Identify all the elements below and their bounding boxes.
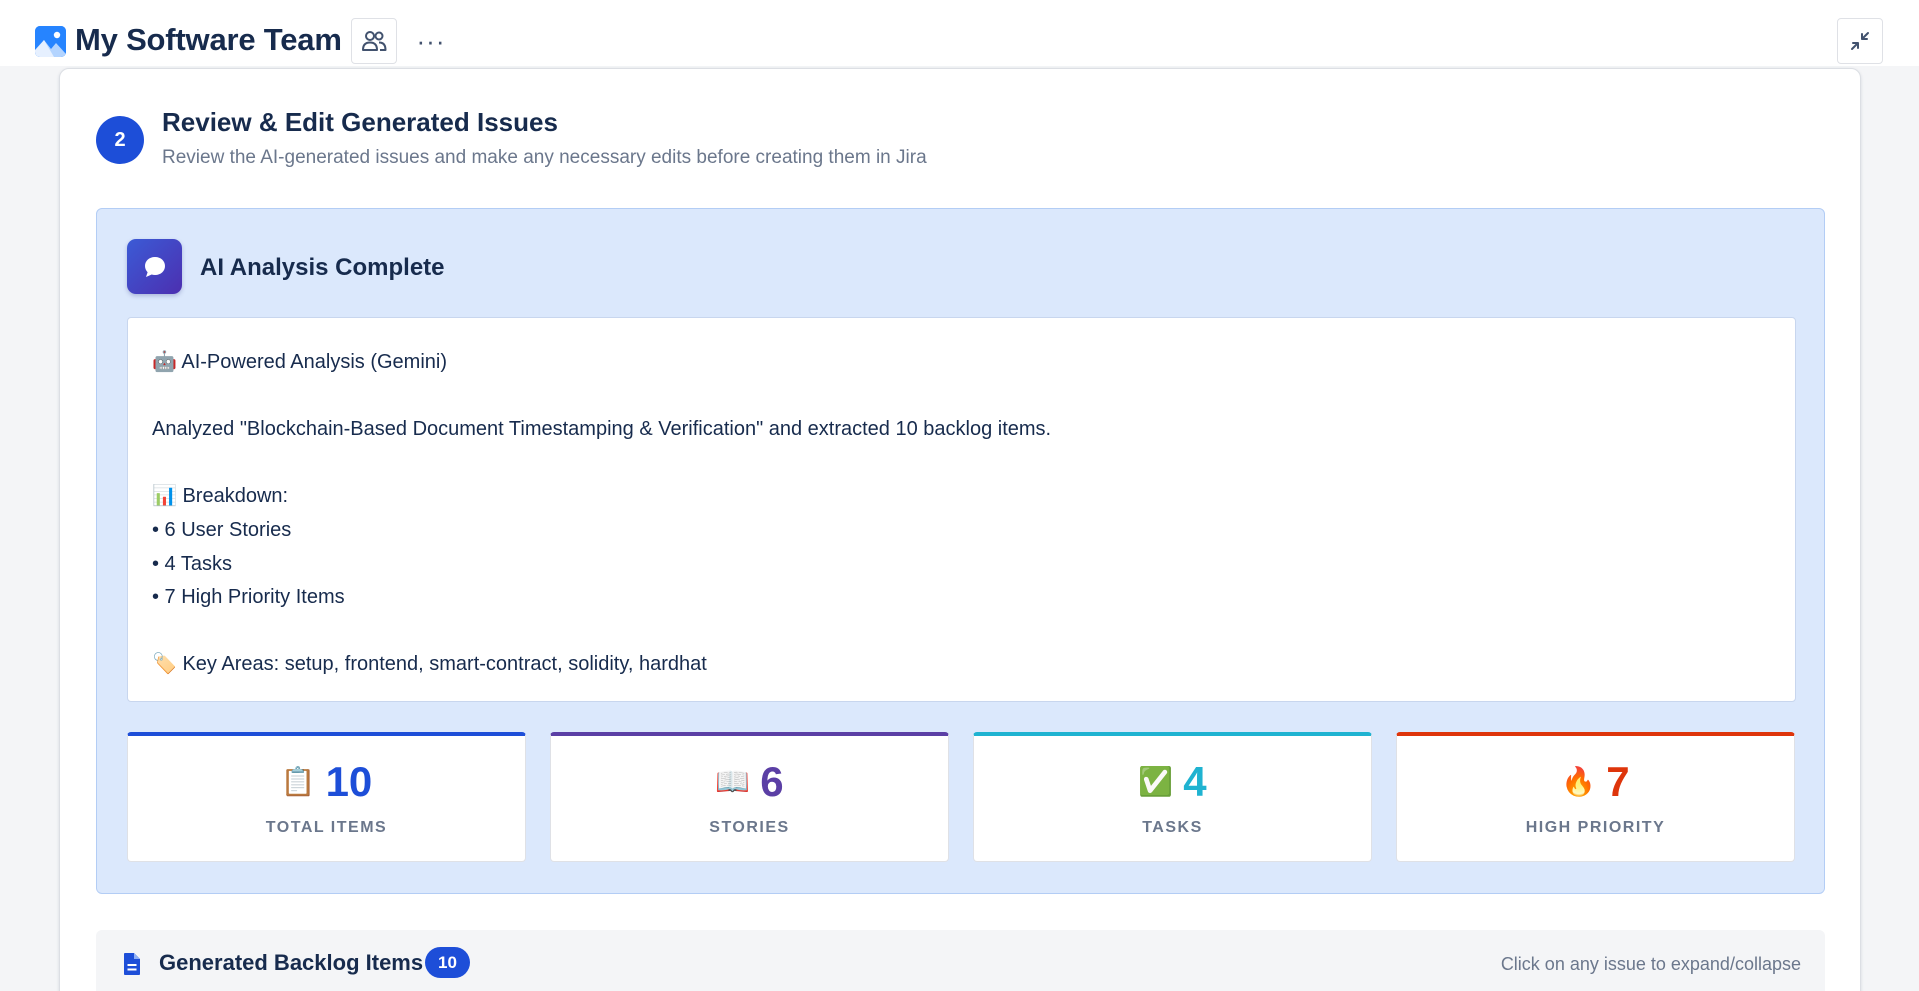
backlog-count-badge: 10 <box>425 947 470 978</box>
stat-card-high-priority: 🔥 7 HIGH PRIORITY <box>1396 732 1795 862</box>
analysis-line: 📊 Breakdown: <box>152 485 289 508</box>
backlog-header[interactable]: Generated Backlog Items 10 Click on any … <box>96 930 1825 991</box>
stat-card-tasks: ✅ 4 TASKS <box>973 732 1372 862</box>
page-title: My Software Team <box>75 22 342 57</box>
stat-label: TASKS <box>1142 819 1203 836</box>
analysis-line <box>152 447 1771 481</box>
stat-card-total-items: 📋 10 TOTAL ITEMS <box>127 732 526 862</box>
people-icon <box>362 31 387 51</box>
ai-analysis-panel: AI Analysis Complete 🤖 AI-Powered Analys… <box>96 208 1825 894</box>
stat-value: 7 <box>1606 758 1630 805</box>
analysis-line: • 6 User Stories <box>152 518 292 541</box>
chat-bubble-icon <box>127 239 182 294</box>
step-title: Review & Edit Generated Issues <box>162 107 558 137</box>
fire-icon: 🔥 <box>1561 766 1597 797</box>
document-icon <box>124 953 140 975</box>
step-number-badge: 2 <box>96 116 144 164</box>
clipboard-icon: 📋 <box>280 766 316 797</box>
step-subtitle: Review the AI-generated issues and make … <box>162 147 927 168</box>
team-members-button[interactable] <box>351 18 397 64</box>
app-header: My Software Team ··· <box>0 0 1919 66</box>
stat-value: 4 <box>1183 758 1207 805</box>
analysis-line <box>152 380 1771 414</box>
analysis-line: • 7 High Priority Items <box>152 586 345 609</box>
stat-value: 10 <box>325 758 373 805</box>
backlog-hint: Click on any issue to expand/collapse <box>1500 954 1801 974</box>
analysis-line: 🤖 AI-Powered Analysis (Gemini) <box>152 351 447 373</box>
image-icon <box>35 26 66 57</box>
book-icon: 📖 <box>715 766 751 797</box>
stat-label: STORIES <box>709 819 790 836</box>
more-options-button[interactable]: ··· <box>408 22 454 60</box>
check-mark-icon: ✅ <box>1138 766 1174 797</box>
ai-panel-title: AI Analysis Complete <box>200 254 445 281</box>
review-step-card: 2 Review & Edit Generated Issues Review … <box>59 68 1861 991</box>
stat-label: TOTAL ITEMS <box>265 819 388 836</box>
stat-value: 6 <box>760 758 784 805</box>
collapse-button[interactable] <box>1837 18 1883 64</box>
backlog-title: Generated Backlog Items <box>159 950 424 975</box>
analysis-line: Analyzed "Blockchain-Based Document Time… <box>152 418 1052 441</box>
collapse-arrows-icon <box>1851 32 1869 50</box>
analysis-summary: 🤖 AI-Powered Analysis (Gemini) Analyzed … <box>127 317 1796 702</box>
analysis-line <box>152 615 1771 649</box>
stat-label: HIGH PRIORITY <box>1525 819 1666 836</box>
stat-card-stories: 📖 6 STORIES <box>550 732 949 862</box>
analysis-line: • 4 Tasks <box>152 552 232 575</box>
analysis-line: 🏷️ Key Areas: setup, frontend, smart-con… <box>152 653 707 676</box>
